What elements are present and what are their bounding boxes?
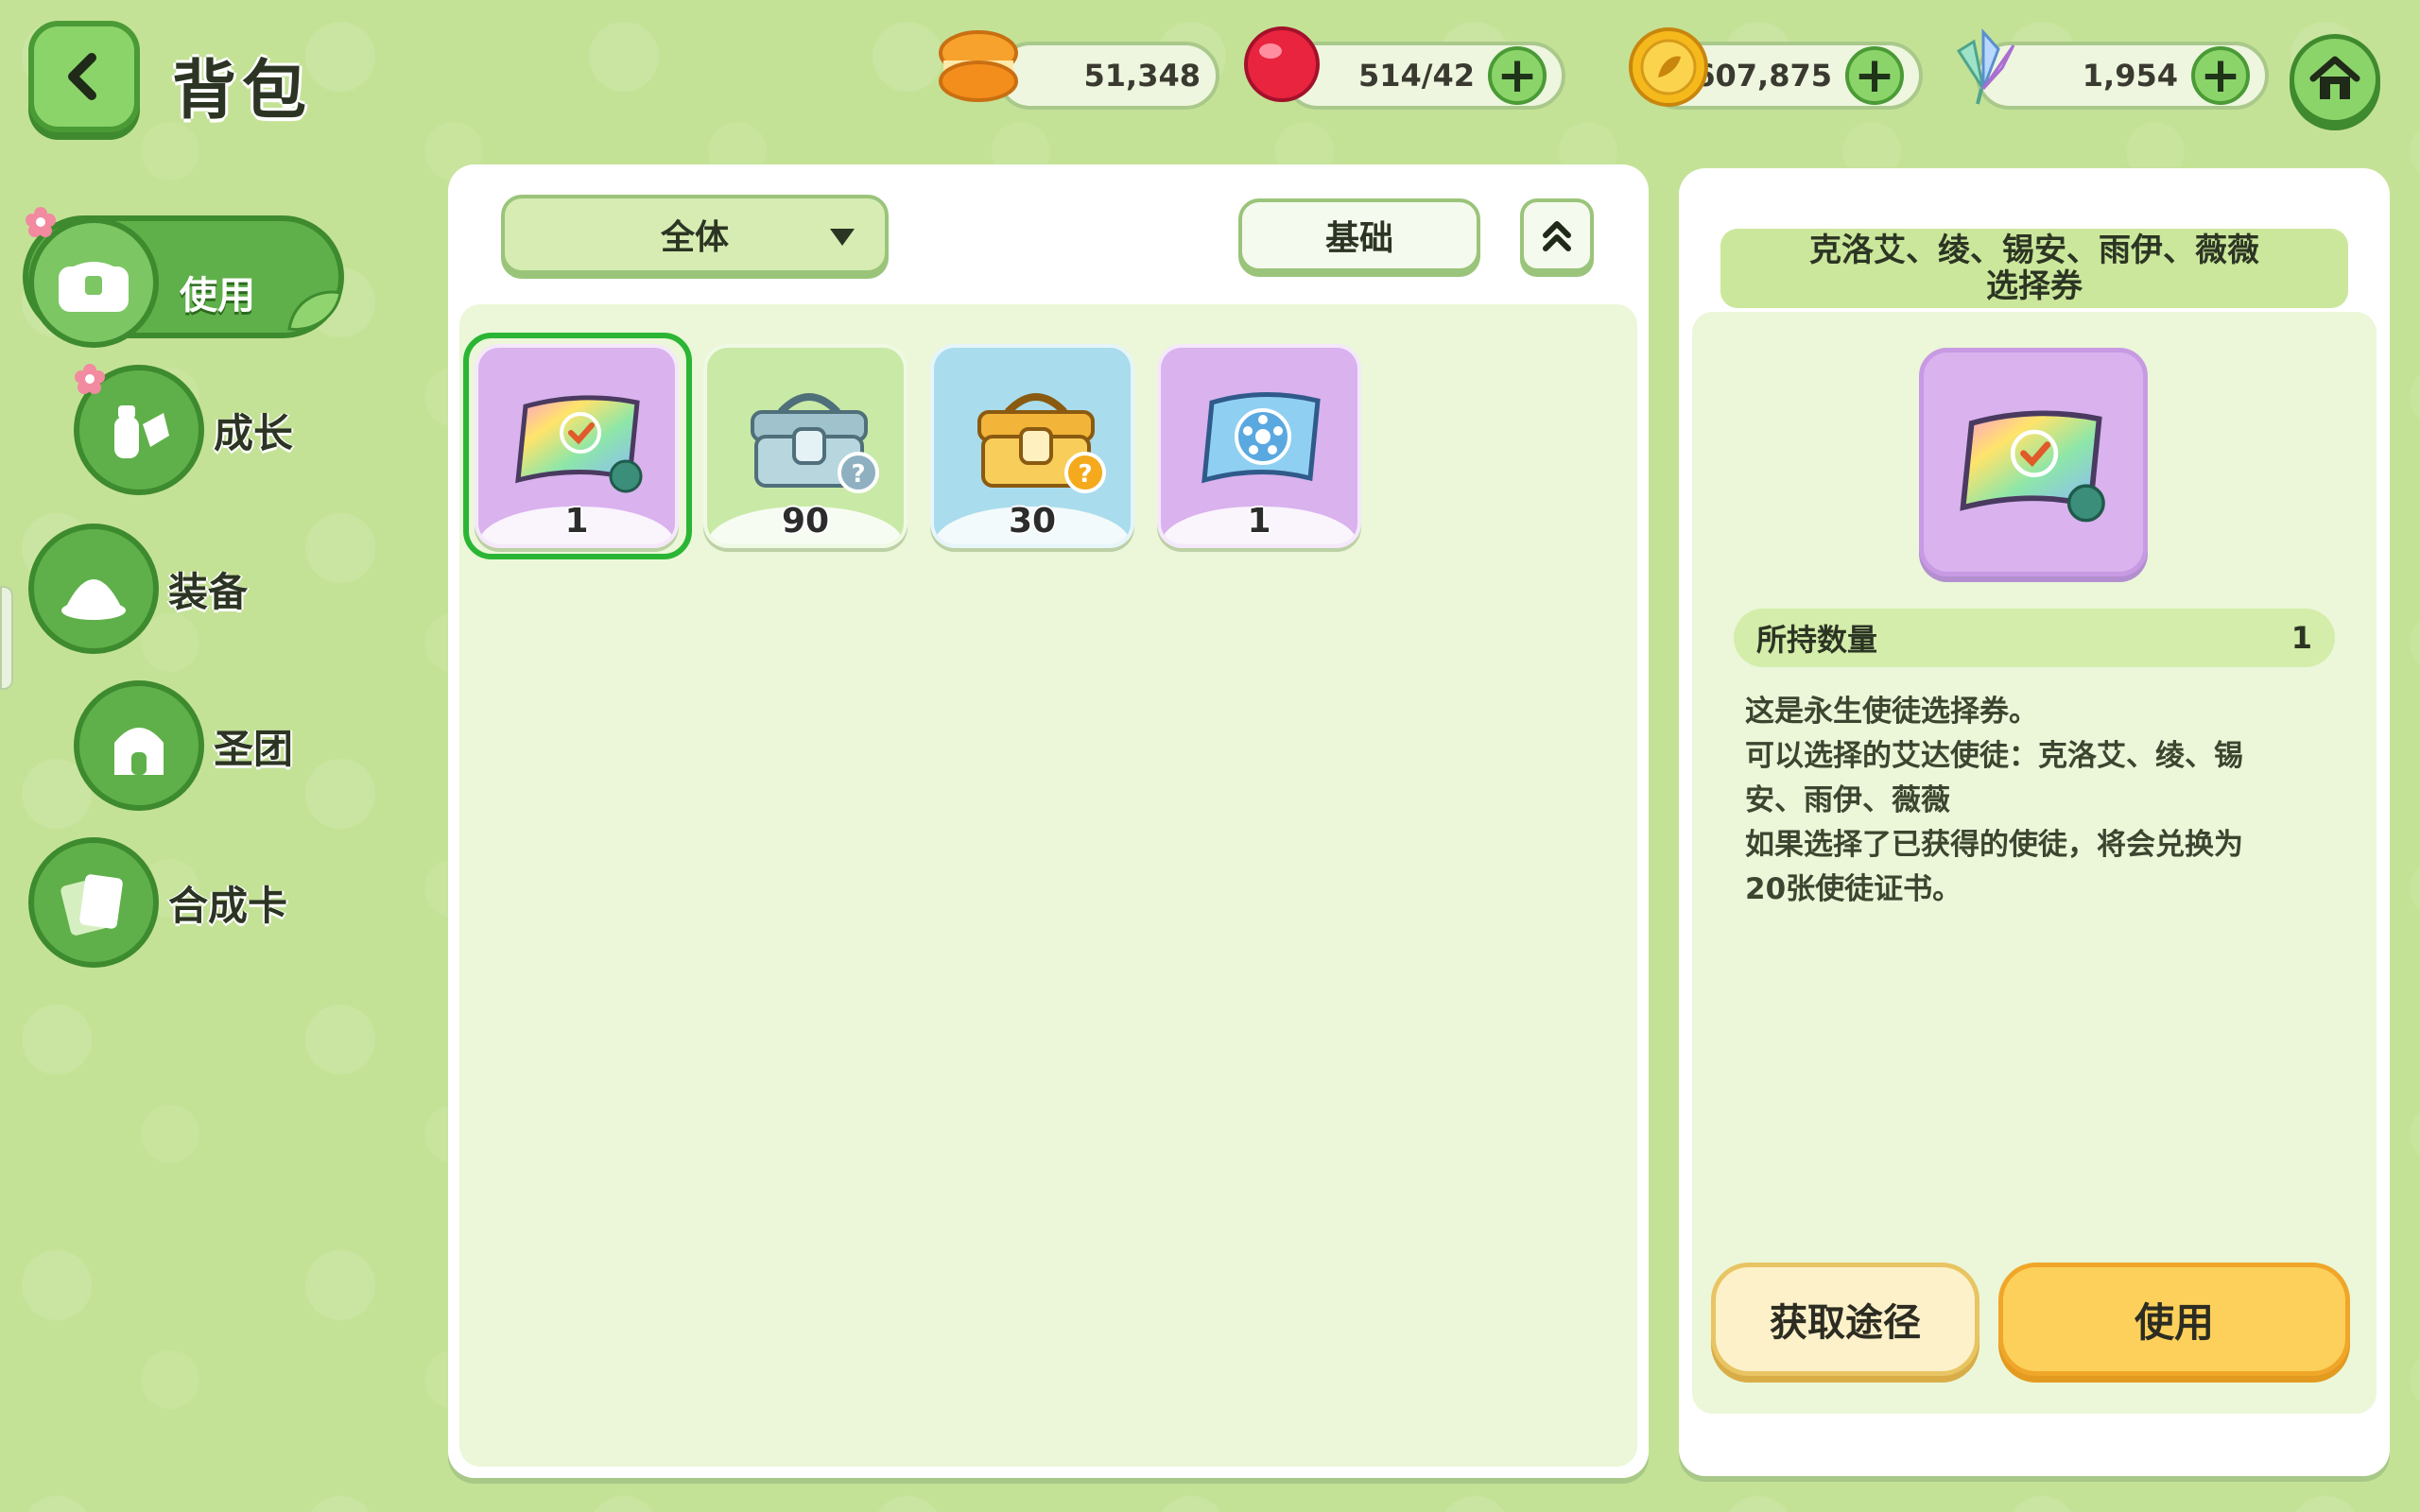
crystal-flower-icon — [1956, 28, 2015, 105]
candy-count: 514/42 — [1357, 58, 1475, 94]
add-candy-button[interactable]: + — [1488, 46, 1547, 105]
hat-icon — [61, 579, 126, 620]
item-blue-ticket[interactable]: 1 — [1157, 344, 1361, 548]
gold-count: 607,875 — [1694, 58, 1832, 94]
rainbow-ticket-icon — [1960, 410, 2105, 523]
collapse-button[interactable] — [1520, 198, 1594, 272]
side-handle[interactable] — [0, 586, 13, 690]
cards-icon — [60, 874, 123, 936]
add-gold-button[interactable]: + — [1845, 46, 1904, 105]
owned-quantity-label: 所持数量 — [1756, 622, 1878, 658]
macaron-icon — [939, 30, 1018, 102]
item-title-line1: 克洛艾、绫、锡安、雨伊、薇薇 — [1809, 232, 2259, 269]
potion-icon — [114, 405, 169, 458]
nav-equipment-circle — [28, 524, 159, 654]
item-description: 这是永生使徒选择券。 可以选择的艾达使徒：克洛艾、绫、锡 安、雨伊、薇薇 如果选… — [1745, 690, 2331, 912]
home-button[interactable] — [2290, 34, 2380, 125]
candy-icon — [1244, 26, 1320, 102]
back-button[interactable] — [28, 21, 140, 132]
leaf-icon — [287, 290, 342, 332]
item-count: 30 — [1008, 502, 1057, 541]
description-line: 可以选择的艾达使徒：克洛艾、绫、锡 — [1745, 739, 2243, 773]
double-chevron-up-icon — [1543, 221, 1571, 251]
nav-item-holy-group[interactable]: 圣团 — [74, 680, 293, 811]
silver-chest-icon: ? — [751, 393, 879, 493]
blue-ticket-icon — [1201, 391, 1321, 484]
description-line: 20张使徒证书。 — [1745, 872, 1962, 906]
currency-macaron: 51,348 — [996, 42, 1219, 110]
flower-icon — [26, 207, 56, 237]
nav-fusion-card-label: 合成卡 — [168, 882, 288, 929]
nav-item-fusion-card[interactable]: 合成卡 — [28, 837, 287, 968]
chest-icon — [59, 262, 129, 312]
item-title-line2: 选择券 — [1986, 267, 2083, 305]
castle-icon — [114, 728, 164, 775]
item-count: 1 — [564, 502, 589, 541]
svg-text:?: ? — [851, 460, 865, 489]
nav-item-growth[interactable]: 成长 — [74, 365, 293, 495]
chevron-down-icon — [830, 229, 855, 246]
item-detail-icon — [1919, 348, 2148, 576]
item-silver-chest[interactable]: ? 90 — [703, 344, 908, 548]
description-line: 如果选择了已获得的使徒，将会兑换为 — [1745, 828, 2243, 862]
rainbow-ticket-icon — [515, 395, 643, 493]
owned-quantity-value: 1 — [2290, 620, 2312, 656]
acquisition-source-button[interactable]: 获取途径 — [1711, 1263, 1979, 1376]
svg-text:?: ? — [1078, 460, 1092, 489]
description-line: 这是永生使徒选择券。 — [1745, 695, 2038, 729]
nav-fusion-card-circle — [28, 837, 159, 968]
nav-item-equipment[interactable]: 装备 — [28, 524, 248, 654]
gold-coin-icon — [1629, 27, 1708, 107]
nav-holy-group-circle — [74, 680, 204, 811]
currency-candy: 514/42 + — [1284, 42, 1565, 110]
filter-dropdown[interactable]: 全体 — [501, 195, 889, 274]
item-rainbow-ticket[interactable]: 1 — [475, 344, 679, 548]
item-count: 90 — [781, 502, 830, 541]
description-line: 安、雨伊、薇薇 — [1745, 783, 1950, 817]
flower-icon — [75, 364, 105, 394]
use-item-button[interactable]: 使用 — [1998, 1263, 2350, 1376]
crystal-count: 1,954 — [2082, 58, 2178, 94]
nav-use-label: 使用 — [180, 274, 255, 318]
sort-basic-button[interactable]: 基础 — [1238, 198, 1480, 272]
chevron-left-icon — [68, 53, 96, 100]
page-title: 背包 — [172, 54, 313, 129]
gold-chest-icon: ? — [977, 393, 1106, 493]
item-title: 克洛艾、绫、锡安、雨伊、薇薇 选择券 — [1720, 229, 2348, 308]
home-icon — [2309, 56, 2360, 99]
nav-growth-label: 成长 — [214, 409, 294, 456]
owned-quantity-row: 所持数量 1 — [1734, 609, 2335, 667]
item-gold-chest[interactable]: ? 30 — [930, 344, 1134, 548]
filter-dropdown-label: 全体 — [660, 218, 729, 257]
item-count: 1 — [1247, 502, 1271, 541]
macaron-count: 51,348 — [1083, 58, 1201, 94]
add-crystal-button[interactable]: + — [2191, 46, 2250, 105]
nav-holy-group-label: 圣团 — [214, 725, 294, 772]
nav-equipment-label: 装备 — [168, 568, 249, 615]
